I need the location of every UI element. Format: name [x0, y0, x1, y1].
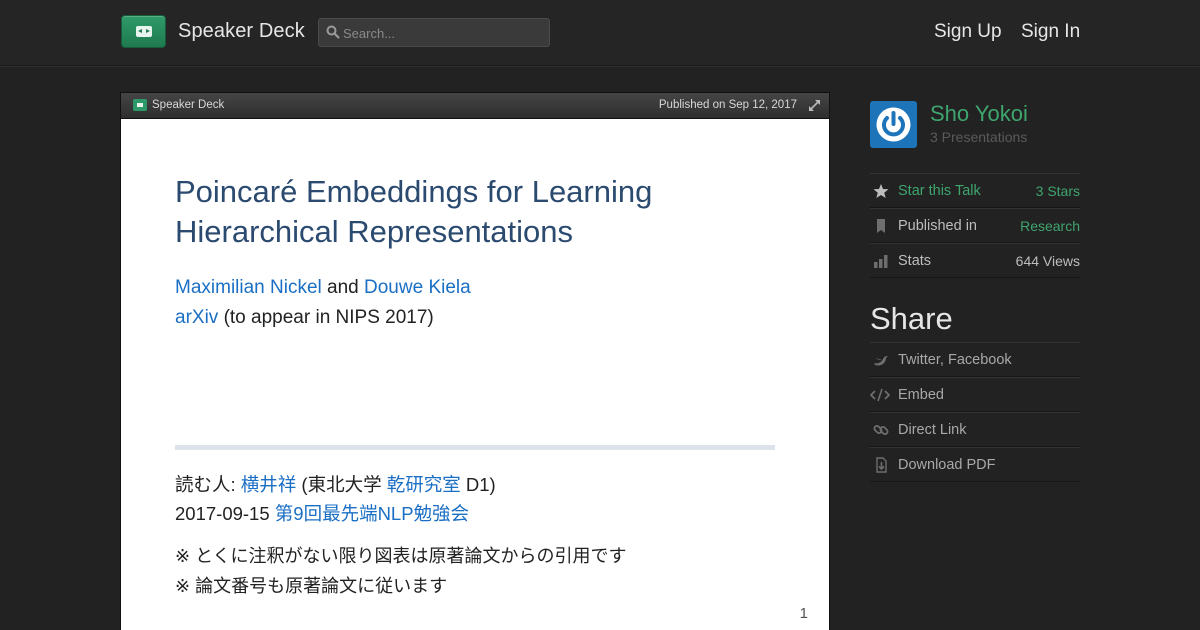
direct-link-label[interactable]: Direct Link [898, 422, 967, 438]
author-link-1: Maximilian Nickel [175, 277, 322, 298]
download-icon [876, 457, 887, 473]
embed-row[interactable]: Embed [870, 377, 1080, 412]
published-date: Published on Sep 12, 2017 [658, 99, 797, 111]
presentation-viewer: Speaker Deck Published on Sep 12, 2017 P… [120, 92, 830, 630]
avatar[interactable] [870, 101, 917, 148]
search-icon [326, 25, 340, 39]
slide-title-line2: Hierarchical Representations [175, 214, 574, 249]
power-icon [876, 107, 911, 142]
slide-title: Poincaré Embeddings for Learning Hierarc… [175, 172, 775, 252]
category-link[interactable]: Research [1020, 218, 1080, 234]
viewer-toolbar: Speaker Deck Published on Sep 12, 2017 [121, 93, 829, 119]
venue-text: (to appear in NIPS 2017) [218, 307, 434, 328]
bookmark-icon [877, 219, 885, 233]
share-social-label[interactable]: Twitter, Facebook [898, 352, 1012, 368]
stats-label[interactable]: Stats [898, 253, 931, 269]
embed-label[interactable]: Embed [898, 387, 944, 403]
expand-icon[interactable] [808, 99, 821, 112]
slide-note-2: ※ 論文番号も原著論文に従います [175, 576, 448, 596]
speakerdeck-logo-icon[interactable] [121, 15, 166, 48]
search-box[interactable] [318, 18, 550, 47]
slide-reader-info: 読む人: 横井祥 (東北大学 乾研究室 D1) 2017-09-15 第9回最先… [175, 470, 496, 528]
slide-note-1: ※ とくに注釈がない限り図表は原著論文からの引用です [175, 546, 627, 566]
stats-row[interactable]: Stats 644 Views [870, 243, 1080, 278]
speakerdeck-small-logo-icon [133, 99, 147, 111]
views-count: 644 Views [1015, 253, 1080, 269]
star-talk-label[interactable]: Star this Talk [898, 183, 981, 199]
code-icon [870, 388, 890, 402]
reader-lab: 乾研究室 [386, 474, 461, 495]
sign-in-link[interactable]: Sign In [1021, 21, 1080, 43]
download-pdf-label[interactable]: Download PDF [898, 457, 996, 473]
link-icon [873, 425, 889, 435]
bird-icon [874, 356, 888, 366]
brand-link[interactable]: Speaker Deck [178, 20, 305, 43]
reader-suffix: D1) [460, 474, 496, 495]
reader-affiliation: (東北大学 [296, 474, 387, 495]
slide-divider [175, 445, 775, 450]
author-link-2: Douwe Kiela [364, 277, 471, 298]
author-name-link[interactable]: Sho Yokoi [930, 101, 1028, 127]
author-and: and [321, 277, 365, 298]
share-heading: Share [870, 301, 953, 336]
slide-notes: ※ とくに注釈がない限り図表は原著論文からの引用です ※ 論文番号も原著論文に従… [175, 541, 627, 601]
reader-name: 横井祥 [240, 474, 297, 495]
event-name: 第9回最先端NLP勉強会 [274, 503, 470, 524]
search-input[interactable] [343, 23, 543, 43]
venue-link: arXiv [175, 307, 219, 328]
slide-canvas[interactable]: Poincaré Embeddings for Learning Hierarc… [121, 120, 829, 630]
slide-page-number: 1 [799, 605, 808, 622]
top-navigation-bar: Speaker Deck Sign Up Sign In [0, 0, 1200, 66]
download-pdf-row[interactable]: Download PDF [870, 447, 1080, 482]
reader-prefix: 読む人: [175, 474, 241, 495]
star-talk-row[interactable]: Star this Talk 3 Stars [870, 173, 1080, 208]
star-icon [873, 184, 889, 198]
slide-title-line1: Poincaré Embeddings for Learning [175, 174, 653, 209]
viewer-brand[interactable]: Speaker Deck [152, 99, 224, 111]
published-in-row: Published in Research [870, 208, 1080, 243]
event-date: 2017-09-15 [175, 503, 275, 524]
bar-chart-icon [874, 255, 888, 268]
published-in-label: Published in [898, 218, 977, 234]
share-social-row[interactable]: Twitter, Facebook [870, 342, 1080, 377]
slide-authors: Maximilian Nickel and Douwe Kiela arXiv … [175, 273, 471, 333]
star-count[interactable]: 3 Stars [1036, 183, 1080, 199]
direct-link-row[interactable]: Direct Link [870, 412, 1080, 447]
sign-up-link[interactable]: Sign Up [934, 21, 1002, 43]
author-presentation-count: 3 Presentations [930, 129, 1028, 145]
